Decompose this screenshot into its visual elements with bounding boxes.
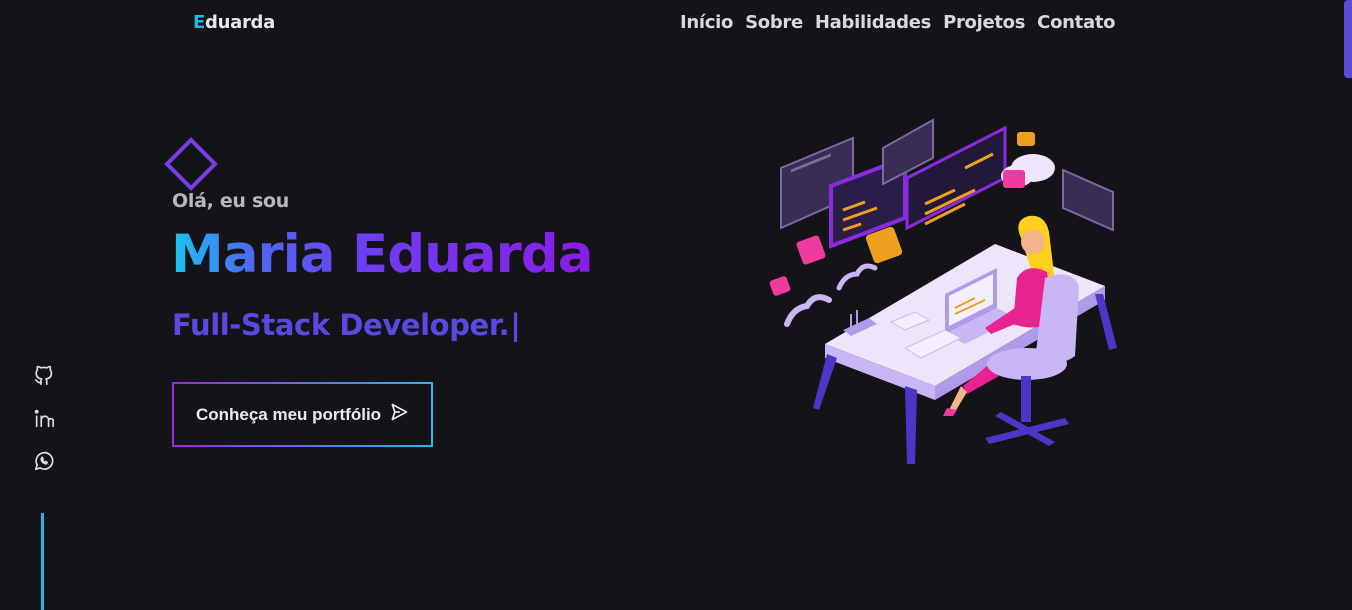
hero-role: Full-Stack Developer.|	[172, 308, 521, 342]
portfolio-button[interactable]: Conheça meu portfólio	[172, 382, 433, 447]
social-side-line	[41, 513, 44, 610]
logo-text: duarda	[205, 12, 275, 33]
hero-name: Maria Eduarda	[171, 224, 594, 285]
nav-item-habilidades[interactable]: Habilidades	[815, 12, 931, 33]
nav-item-sobre[interactable]: Sobre	[745, 12, 803, 33]
role-text: Full-Stack Developer.	[172, 308, 510, 342]
main-nav: Início Sobre Habilidades Projetos Contat…	[680, 12, 1115, 33]
github-icon[interactable]	[33, 365, 55, 387]
decorative-diamond	[164, 137, 218, 191]
site-logo[interactable]: Eduarda	[193, 12, 275, 33]
linkedin-icon[interactable]	[33, 408, 55, 430]
send-icon	[389, 402, 409, 427]
portfolio-button-label: Conheça meu portfólio	[195, 404, 382, 424]
greeting-text: Olá, eu sou	[172, 190, 289, 212]
scrollbar-thumb[interactable]	[1344, 0, 1352, 78]
typing-cursor: |	[510, 308, 521, 342]
developer-illustration	[765, 118, 1125, 468]
nav-item-projetos[interactable]: Projetos	[943, 12, 1025, 33]
site-header: Eduarda Início Sobre Habilidades Projeto…	[0, 0, 1352, 50]
logo-initial: E	[193, 12, 205, 33]
nav-item-inicio[interactable]: Início	[680, 12, 733, 33]
nav-item-contato[interactable]: Contato	[1037, 12, 1115, 33]
whatsapp-icon[interactable]	[33, 450, 55, 472]
